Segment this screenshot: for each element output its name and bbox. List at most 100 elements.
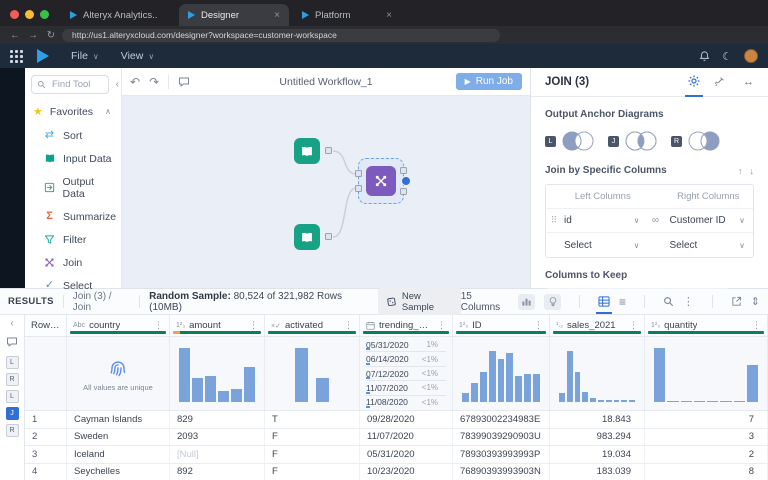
table-row-1[interactable]: 1Cayman Islands829T09/28/202067893002234… bbox=[25, 411, 768, 429]
join-right-input-anchor[interactable] bbox=[355, 185, 362, 192]
tool-join[interactable]: Join bbox=[25, 251, 121, 274]
favorites-section-header[interactable]: ★ Favorites ∧ bbox=[25, 94, 121, 124]
browser-tab-analytics[interactable]: Alteryx Analytics.. bbox=[61, 4, 179, 26]
close-window-button[interactable] bbox=[10, 10, 19, 19]
tool-output-data[interactable]: Output Data bbox=[25, 170, 121, 205]
table-cell-quantity[interactable]: 7 bbox=[645, 411, 768, 428]
configuration-tab-gear-icon[interactable] bbox=[688, 75, 700, 89]
histogram-bar[interactable] bbox=[205, 376, 216, 402]
histogram-bar[interactable] bbox=[681, 401, 692, 402]
table-cell-country[interactable]: Iceland bbox=[67, 446, 170, 463]
table-cell-quantity[interactable]: 3 bbox=[645, 429, 768, 446]
profile-chart-icon[interactable] bbox=[518, 294, 535, 310]
list-view-icon[interactable]: ≡ bbox=[619, 295, 626, 309]
app-switcher-icon[interactable] bbox=[10, 50, 23, 63]
table-cell-amount[interactable]: 2093 bbox=[170, 429, 265, 446]
table-row-4[interactable]: 4Seychelles892F10/23/202076890393993903N… bbox=[25, 464, 768, 480]
more-options-icon[interactable]: ⋮ bbox=[683, 295, 694, 308]
insights-bulb-icon[interactable] bbox=[544, 294, 561, 310]
run-job-button[interactable]: ▶ Run Job bbox=[456, 73, 522, 90]
browser-tab-platform[interactable]: Platform × bbox=[293, 4, 401, 26]
table-cell-sales-2021[interactable]: 183.039 bbox=[550, 464, 645, 480]
table-cell-activated[interactable]: F bbox=[265, 446, 360, 463]
histogram-bar[interactable] bbox=[515, 376, 522, 402]
histogram-bar[interactable] bbox=[498, 359, 505, 402]
move-down-icon[interactable]: ↓ bbox=[750, 166, 755, 176]
column-header-amount[interactable]: 1²₃amount⋮ bbox=[170, 315, 265, 336]
table-cell-trending-date[interactable]: 11/07/2020 bbox=[360, 429, 453, 446]
join-left-input-anchor[interactable] bbox=[355, 170, 362, 177]
table-cell-id[interactable]: 67893002234983E bbox=[453, 411, 550, 428]
histogram-bar[interactable] bbox=[316, 378, 329, 402]
histogram-bar[interactable] bbox=[567, 351, 573, 402]
anchor-badge-join-output[interactable]: J bbox=[6, 407, 19, 420]
tool-options-wrench-icon[interactable] bbox=[714, 76, 725, 89]
histogram-bar[interactable] bbox=[218, 391, 229, 402]
output-anchor[interactable] bbox=[325, 147, 332, 154]
table-cell-activated[interactable]: F bbox=[265, 464, 360, 480]
histogram-bar[interactable] bbox=[720, 401, 731, 402]
address-bar[interactable]: http://us1.alteryxcloud.com/designer?wor… bbox=[62, 29, 500, 42]
column-menu-icon[interactable]: ⋮ bbox=[629, 320, 638, 331]
histogram-bar[interactable] bbox=[590, 398, 596, 402]
reload-icon[interactable]: ↻ bbox=[44, 30, 58, 41]
histogram-bar[interactable] bbox=[179, 348, 190, 402]
tool-select[interactable]: ✓ Select bbox=[25, 274, 121, 297]
value-distribution-item[interactable]: 11/07/2020<1% bbox=[366, 381, 446, 395]
table-cell-amount[interactable]: 892 bbox=[170, 464, 265, 480]
histogram-bar[interactable] bbox=[471, 383, 478, 402]
column-menu-icon[interactable]: ⋮ bbox=[249, 320, 258, 331]
input-data-node-2[interactable] bbox=[294, 224, 320, 250]
table-cell-trending-date[interactable]: 09/28/2020 bbox=[360, 411, 453, 428]
table-cell-id[interactable]: 78399039290903U bbox=[453, 429, 550, 446]
move-up-icon[interactable]: ↑ bbox=[738, 166, 743, 176]
table-cell-sales-2021[interactable]: 983.294 bbox=[550, 429, 645, 446]
row-index[interactable]: 4 bbox=[25, 464, 67, 480]
table-cell-country[interactable]: Seychelles bbox=[67, 464, 170, 480]
table-cell-country[interactable]: Cayman Islands bbox=[67, 411, 170, 428]
expand-panel-icon[interactable]: ↔ bbox=[743, 76, 754, 88]
table-row-2[interactable]: 2Sweden2093F11/07/202078399039290903U983… bbox=[25, 429, 768, 447]
table-cell-amount[interactable]: [Null] bbox=[170, 446, 265, 463]
grid-view-icon[interactable] bbox=[598, 296, 610, 307]
histogram-bar[interactable] bbox=[489, 351, 496, 402]
tool-input-data[interactable]: Input Data bbox=[25, 147, 121, 170]
column-menu-icon[interactable]: ⋮ bbox=[752, 320, 761, 331]
value-distribution-item[interactable]: 05/31/20201% bbox=[366, 338, 446, 352]
row-index[interactable]: 1 bbox=[25, 411, 67, 428]
anchor-diagram-left-join[interactable]: L bbox=[545, 129, 598, 153]
anchor-badge-left-output[interactable]: L bbox=[6, 390, 19, 403]
browser-tab-designer[interactable]: Designer × bbox=[179, 4, 289, 26]
column-header-id[interactable]: 1²₃ID⋮ bbox=[453, 315, 550, 336]
output-anchor[interactable] bbox=[325, 233, 332, 240]
table-cell-amount[interactable]: 829 bbox=[170, 411, 265, 428]
back-icon[interactable]: ← bbox=[8, 30, 22, 41]
search-icon[interactable] bbox=[663, 296, 674, 307]
drag-handle-icon[interactable]: ⠿ bbox=[546, 215, 562, 226]
histogram-bar[interactable] bbox=[524, 374, 531, 403]
column-header-quantity[interactable]: 1²₃quantity⋮ bbox=[645, 315, 768, 336]
value-distribution-item[interactable]: 06/14/2020<1% bbox=[366, 352, 446, 366]
histogram-bar[interactable] bbox=[667, 401, 678, 402]
histogram-bar[interactable] bbox=[707, 401, 718, 402]
anchor-badge-left-input[interactable]: L bbox=[6, 356, 19, 369]
column-menu-icon[interactable]: ⋮ bbox=[437, 320, 446, 331]
histogram-bar[interactable] bbox=[598, 400, 604, 402]
column-header-country[interactable]: Abccountry⋮ bbox=[67, 315, 170, 336]
column-header-trending-date[interactable]: trending_date⋮ bbox=[360, 315, 453, 336]
histogram-bar[interactable] bbox=[192, 378, 203, 402]
right-key-dropdown[interactable]: Customer ID ∨ bbox=[668, 215, 750, 226]
find-tool-input[interactable] bbox=[50, 78, 104, 91]
histogram-bar[interactable] bbox=[462, 393, 469, 402]
table-cell-quantity[interactable]: 2 bbox=[645, 446, 768, 463]
menu-view[interactable]: View ∨ bbox=[121, 50, 154, 62]
histogram-bar[interactable] bbox=[582, 392, 588, 402]
histogram-bar[interactable] bbox=[231, 389, 242, 402]
table-cell-activated[interactable]: F bbox=[265, 429, 360, 446]
row-index[interactable]: 3 bbox=[25, 446, 67, 463]
column-menu-icon[interactable]: ⋮ bbox=[154, 320, 163, 331]
find-tool-search[interactable] bbox=[31, 75, 109, 94]
table-cell-trending-date[interactable]: 10/23/2020 bbox=[360, 464, 453, 480]
histogram-bar[interactable] bbox=[575, 372, 581, 402]
histogram-bar[interactable] bbox=[606, 400, 612, 402]
